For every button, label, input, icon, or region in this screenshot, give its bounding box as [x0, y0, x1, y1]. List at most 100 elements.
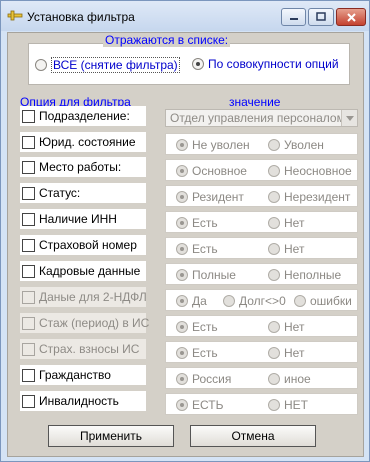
apply-button[interactable]: Применить: [48, 425, 174, 447]
option-service-period-checkbox[interactable]: Стаж (период) в ИС: [20, 313, 150, 333]
minimize-button[interactable]: [281, 8, 306, 26]
radio-indicator: [268, 139, 280, 151]
inn-radio-a[interactable]: Есть: [176, 216, 218, 230]
radio-label: НЕТ: [284, 398, 308, 412]
option-inn-checkbox[interactable]: Наличие ИНН: [20, 209, 146, 229]
radio-indicator: [268, 165, 280, 177]
display-mode-group: ВСЕ (снятие фильтра) По совокупности опц…: [28, 43, 350, 85]
option-label: Даные для 2-НДФЛ: [39, 290, 147, 304]
option-workplace-checkbox[interactable]: Место работы:: [20, 157, 146, 177]
contributions-radio-a[interactable]: Есть: [176, 346, 218, 360]
radio-indicator: [268, 217, 280, 229]
ndfl-radio-a[interactable]: Да: [176, 294, 207, 308]
ndfl-radio-group: Да Долг<>0 ошибки: [165, 289, 358, 311]
checkbox-box: [22, 160, 35, 174]
radio-label: Неосновное: [284, 164, 352, 178]
option-status-checkbox[interactable]: Статус:: [20, 183, 146, 203]
hr-data-radio-b[interactable]: Неполные: [268, 268, 341, 282]
radio-label: Основное: [192, 164, 247, 178]
option-legal-state-checkbox[interactable]: Юрид. состояние: [20, 132, 146, 152]
checkbox-box: [22, 316, 35, 330]
contributions-radio-b[interactable]: Нет: [268, 346, 304, 360]
contributions-radio-group: Есть Нет: [165, 341, 358, 363]
workplace-radio-group: Основное Неосновное: [165, 159, 358, 181]
option-citizenship-checkbox[interactable]: Гражданство: [20, 365, 146, 385]
window-title: Установка фильтра: [27, 10, 135, 24]
dropdown-arrow-button[interactable]: [341, 110, 357, 126]
radio-indicator: [35, 59, 47, 71]
service-period-radio-b[interactable]: Нет: [268, 320, 304, 334]
ndfl-radio-b[interactable]: Долг<>0: [223, 294, 286, 308]
radio-indicator: [294, 295, 306, 307]
radio-label: Не уволен: [192, 138, 250, 152]
checkbox-box: [22, 186, 35, 200]
status-radio-group: Резидент Нерезидент: [165, 185, 358, 207]
radio-indicator: [223, 295, 235, 307]
radio-indicator: [176, 373, 188, 385]
option-contributions-checkbox[interactable]: Страх. взносы ИС: [20, 339, 146, 359]
radio-label: Да: [192, 294, 207, 308]
combined-options-label: По совокупности опций: [208, 57, 339, 71]
chevron-down-icon: [345, 115, 354, 121]
radio-indicator: [176, 399, 188, 411]
radio-indicator: [176, 269, 188, 281]
radio-label: Нет: [284, 346, 305, 360]
option-department-checkbox[interactable]: Подразделение:: [20, 106, 146, 126]
status-radio-a[interactable]: Резидент: [176, 190, 244, 204]
option-label: Гражданство: [39, 368, 111, 382]
combined-options-radio[interactable]: По совокупности опций: [192, 57, 339, 71]
radio-label: Нерезидент: [284, 190, 351, 204]
option-hr-data-checkbox[interactable]: Кадровые данные: [20, 261, 146, 281]
service-period-radio-a[interactable]: Есть: [176, 320, 218, 334]
option-label: Стаж (период) в ИС: [39, 316, 150, 330]
ndfl-radio-c[interactable]: ошибки: [294, 294, 352, 308]
insurance-number-radio-group: Есть Нет: [165, 237, 358, 259]
citizenship-radio-group: Россия иное: [165, 367, 358, 389]
workplace-radio-b[interactable]: Неосновное: [268, 164, 352, 178]
display-mode-group-label: Отражаются в списке:: [103, 33, 231, 47]
option-disability-checkbox[interactable]: Инвалидность: [20, 391, 146, 411]
radio-label: Нет: [284, 216, 305, 230]
option-ndfl-checkbox[interactable]: Даные для 2-НДФЛ: [20, 287, 147, 307]
close-button[interactable]: [336, 8, 366, 26]
checkbox-box: [22, 212, 35, 226]
inn-radio-b[interactable]: Нет: [268, 216, 304, 230]
radio-indicator: [176, 295, 188, 307]
show-all-radio[interactable]: ВСЕ (снятие фильтра): [35, 57, 180, 73]
department-select[interactable]: Отдел управления персоналом: [165, 109, 358, 127]
option-insurance-number-checkbox[interactable]: Страховой номер: [20, 235, 146, 255]
radio-label: Резидент: [192, 190, 244, 204]
option-label: Место работы:: [39, 160, 122, 174]
option-label: Наличие ИНН: [39, 212, 117, 226]
radio-indicator: [268, 243, 280, 255]
radio-indicator: [176, 347, 188, 359]
citizenship-radio-b[interactable]: иное: [268, 372, 311, 386]
citizenship-radio-a[interactable]: Россия: [176, 372, 231, 386]
disability-radio-a[interactable]: ЕСТЬ: [176, 398, 223, 412]
dialog-body: ВСЕ (снятие фильтра) По совокупности опц…: [7, 32, 364, 457]
option-label: Статус:: [39, 186, 81, 200]
title-bar[interactable]: Установка фильтра: [1, 1, 369, 31]
legal-state-radio-a[interactable]: Не уволен: [176, 138, 250, 152]
cancel-button[interactable]: Отмена: [190, 425, 316, 447]
workplace-radio-a[interactable]: Основное: [176, 164, 247, 178]
radio-label: Нет: [284, 242, 305, 256]
radio-indicator: [268, 321, 280, 333]
value-column-header: значение: [229, 95, 281, 109]
hr-data-radio-a[interactable]: Полные: [176, 268, 236, 282]
radio-label: Есть: [192, 320, 218, 334]
radio-label: Долг<>0: [239, 294, 286, 308]
checkbox-box: [22, 135, 35, 149]
radio-label: Уволен: [284, 138, 324, 152]
service-period-radio-group: Есть Нет: [165, 315, 358, 337]
insurance-number-radio-a[interactable]: Есть: [176, 242, 218, 256]
legal-state-radio-b[interactable]: Уволен: [268, 138, 324, 152]
maximize-button[interactable]: [308, 8, 334, 26]
radio-label: Полные: [192, 268, 236, 282]
insurance-number-radio-b[interactable]: Нет: [268, 242, 304, 256]
inn-radio-group: Есть Нет: [165, 211, 358, 233]
checkbox-box: [22, 264, 35, 278]
status-radio-b[interactable]: Нерезидент: [268, 190, 350, 204]
disability-radio-b[interactable]: НЕТ: [268, 398, 308, 412]
radio-indicator: [268, 347, 280, 359]
